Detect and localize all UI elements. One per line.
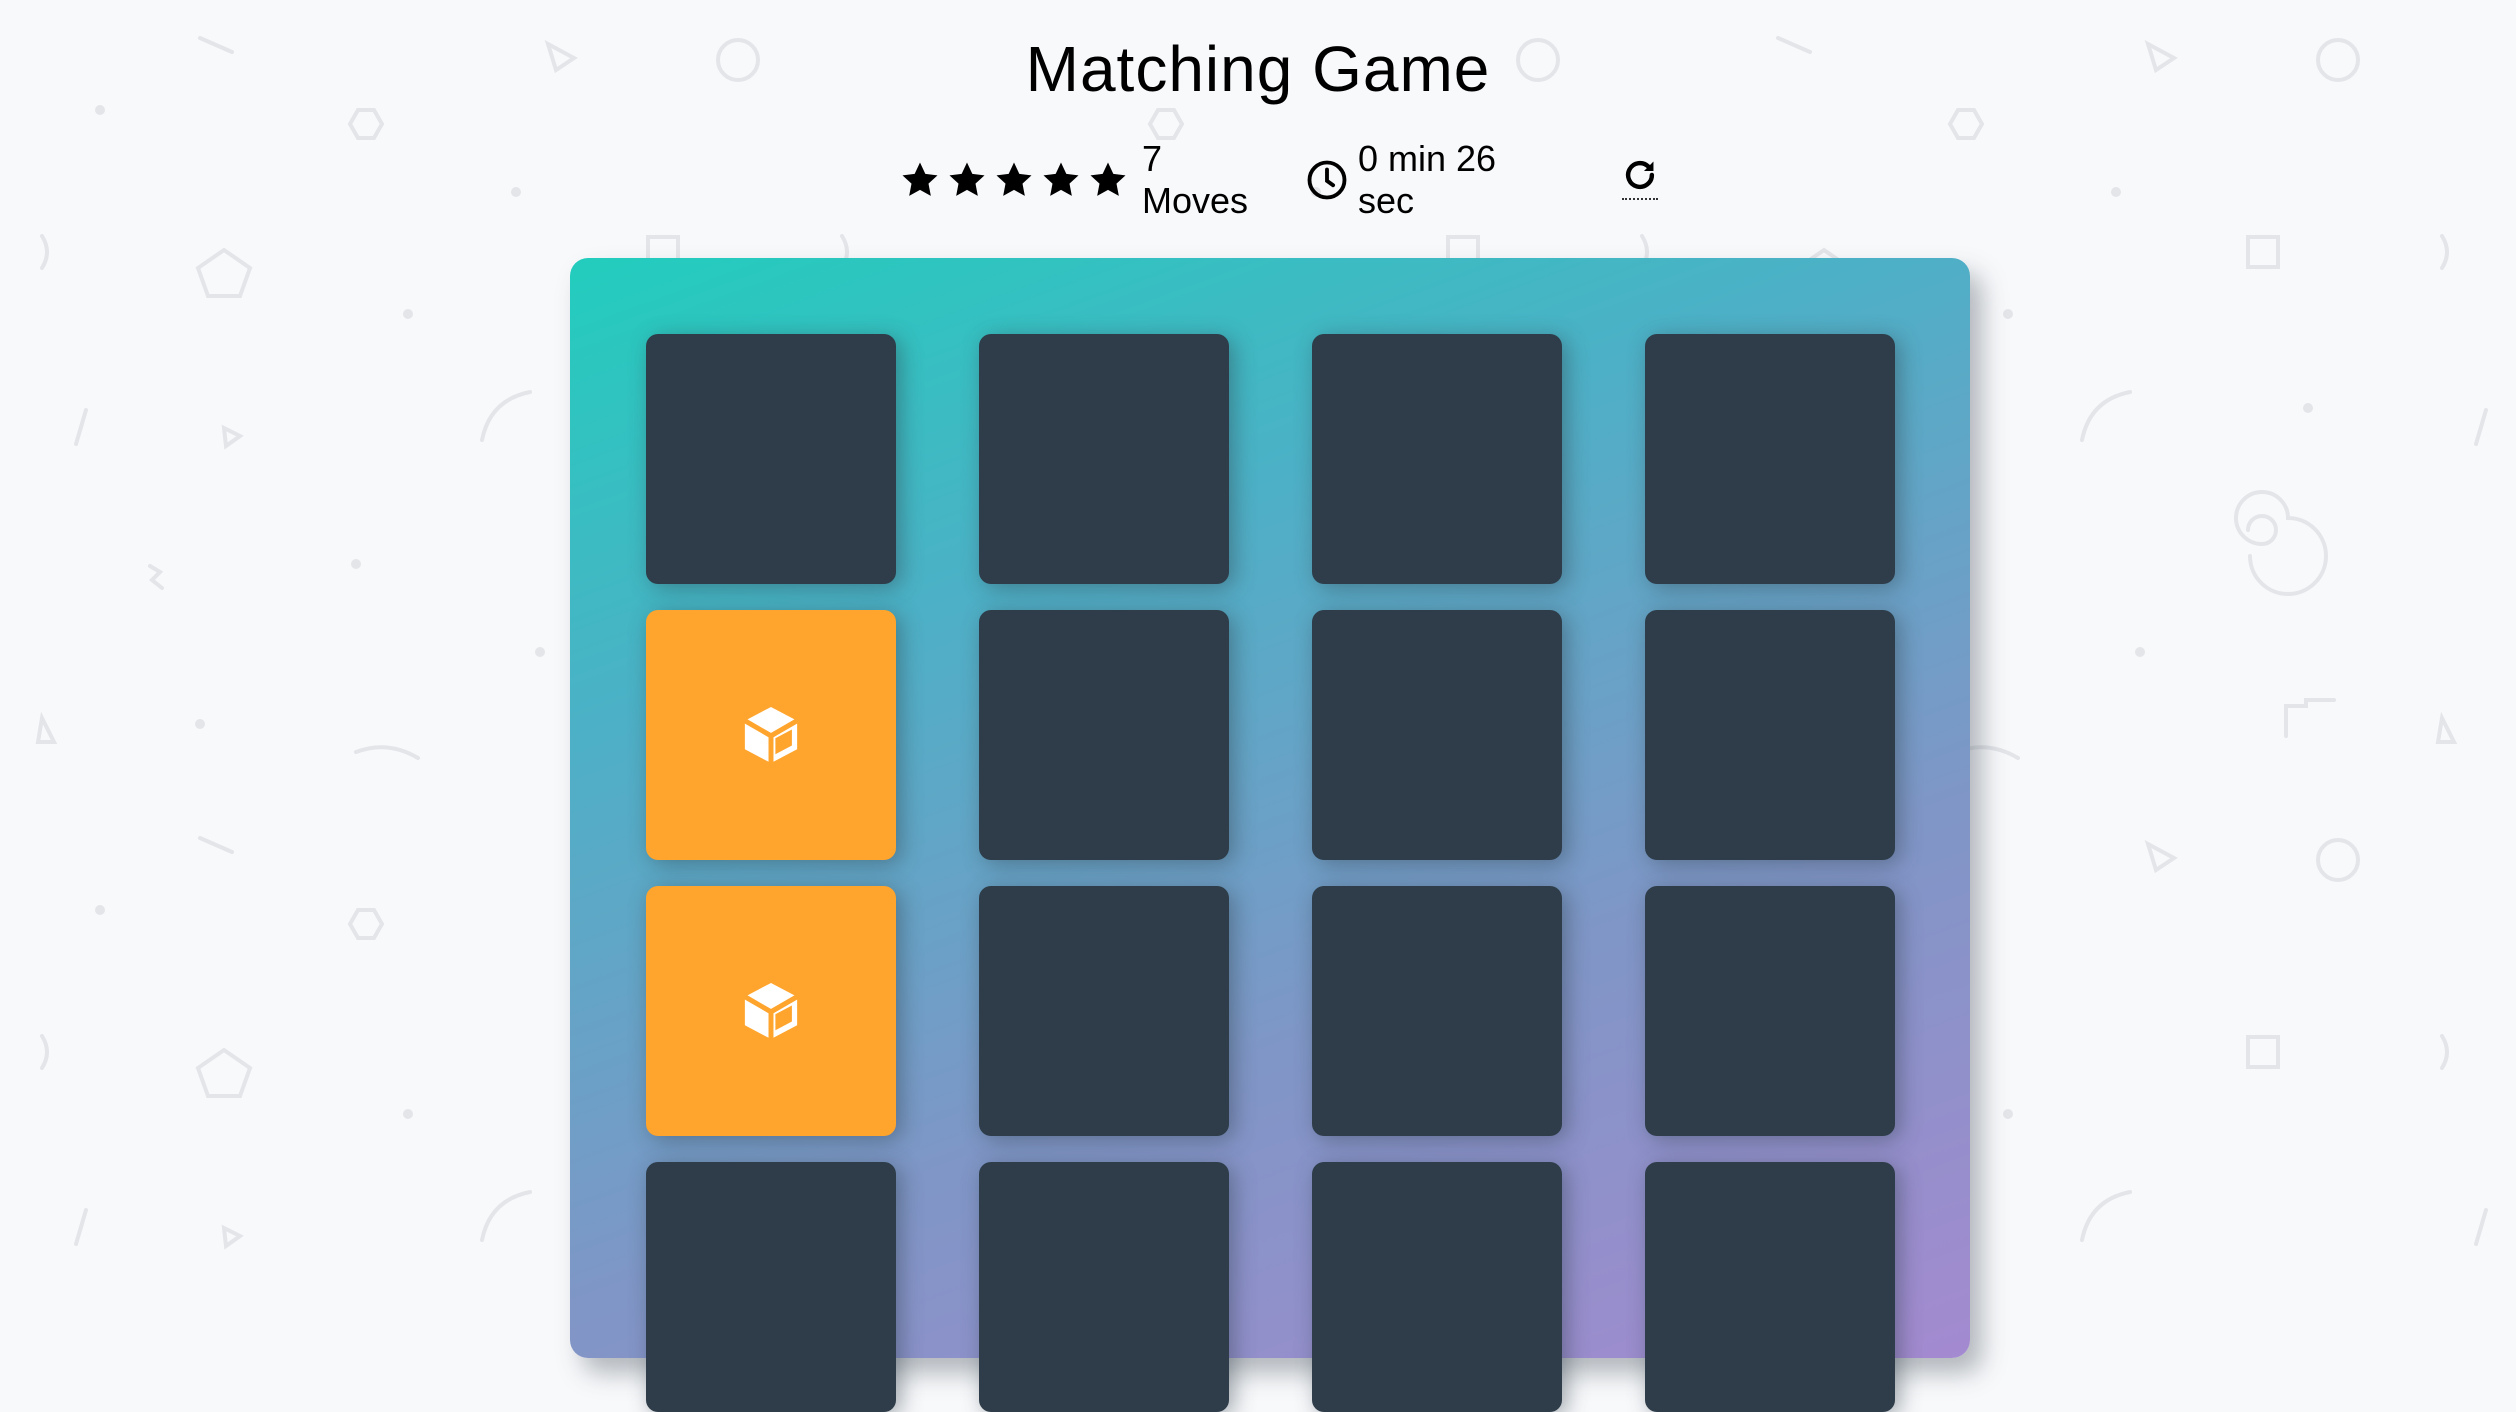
card-16[interactable] [1645,1162,1895,1412]
star-icon [902,162,938,196]
cube-icon [743,982,799,1040]
card-5[interactable] [646,610,896,860]
star-icon [1090,162,1126,196]
card-6[interactable] [979,610,1229,860]
star-icon [1043,162,1079,196]
cube-icon [743,706,799,764]
restart-button[interactable] [1620,156,1660,204]
restart-icon [1625,160,1655,190]
card-1[interactable] [646,334,896,584]
restart-underline [1622,198,1658,200]
star-icon [996,162,1032,196]
card-15[interactable] [1312,1162,1562,1412]
card-14[interactable] [979,1162,1229,1412]
page-title: Matching Game [1025,33,1491,105]
moves-counter: 7 Moves [1142,138,1249,221]
card-11[interactable] [1312,886,1562,1136]
timer: 0 min 26 sec [1306,138,1562,222]
card-8[interactable] [1645,610,1895,860]
card-7[interactable] [1312,610,1562,860]
star-rating [900,160,1128,200]
card-9[interactable] [646,886,896,1136]
card-13[interactable] [646,1162,896,1412]
star-icon [949,162,985,196]
score-panel: 7 Moves 0 min 26 sec [900,138,1660,221]
timer-text: 0 min 26 sec [1358,138,1497,221]
clock-icon [1307,160,1347,200]
card-3[interactable] [1312,334,1562,584]
card-10[interactable] [979,886,1229,1136]
card-12[interactable] [1645,886,1895,1136]
card-4[interactable] [1645,334,1895,584]
card-2[interactable] [979,334,1229,584]
card-deck [570,258,1970,1412]
